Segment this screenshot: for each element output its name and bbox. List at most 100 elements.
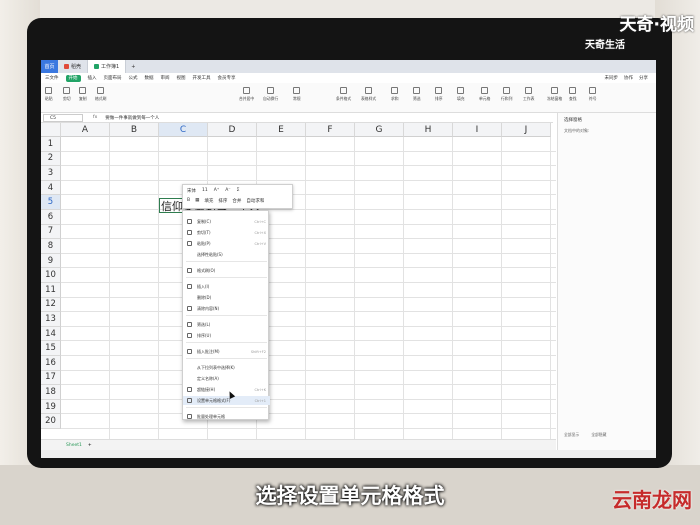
- cut-button[interactable]: 剪切: [63, 87, 71, 102]
- menu-page-layout[interactable]: 页面布局: [104, 75, 122, 81]
- tab-workbook[interactable]: 工作簿1: [88, 60, 127, 73]
- context-menu-item[interactable]: 清除内容(N): [183, 304, 270, 313]
- column-header[interactable]: F: [306, 123, 355, 137]
- table-style-button[interactable]: 表格样式: [361, 87, 376, 102]
- context-menu-item[interactable]: 粘贴(P) Ctrl+V: [183, 239, 270, 248]
- menu-view[interactable]: 视图: [177, 75, 186, 81]
- name-box[interactable]: C5: [43, 113, 83, 122]
- menu-insert[interactable]: 插入: [88, 75, 97, 81]
- context-menu-item[interactable]: 排序(U): [183, 331, 270, 340]
- column-header[interactable]: C: [159, 123, 208, 137]
- collab-button[interactable]: 协作: [624, 75, 633, 81]
- mini-fill[interactable]: 填充: [204, 198, 213, 204]
- row-header[interactable]: 6: [41, 210, 61, 225]
- column-header[interactable]: B: [110, 123, 159, 137]
- context-menu-item[interactable]: 定义名称(A): [183, 374, 270, 383]
- menu-home[interactable]: 开始: [65, 74, 81, 82]
- menu-formula[interactable]: 公式: [129, 75, 138, 81]
- new-tab-icon[interactable]: +: [126, 64, 140, 70]
- sheet-tab[interactable]: Sheet1: [66, 443, 82, 448]
- row-header[interactable]: 10: [41, 268, 61, 283]
- cell-button[interactable]: 单元格: [479, 87, 490, 102]
- context-menu-item[interactable]: 批量处理单元格: [183, 412, 270, 421]
- merge-button[interactable]: 合并居中: [239, 87, 254, 102]
- fill-color-icon[interactable]: ▦: [195, 198, 199, 204]
- row-header[interactable]: 12: [41, 297, 61, 313]
- fill-button[interactable]: 填充: [457, 87, 465, 102]
- worksheet-button[interactable]: 工作表: [523, 87, 534, 102]
- sort-button[interactable]: 排序: [435, 87, 443, 102]
- sum-icon[interactable]: Σ: [237, 188, 240, 194]
- mini-sort[interactable]: 排序: [218, 198, 227, 204]
- column-header[interactable]: H: [404, 123, 453, 137]
- menu-member[interactable]: 会员专享: [218, 75, 236, 81]
- row-header[interactable]: 3: [41, 166, 61, 181]
- sync-status[interactable]: 未同步: [605, 75, 619, 81]
- row-header[interactable]: 18: [41, 385, 61, 400]
- column-header[interactable]: A: [61, 123, 110, 137]
- row-header[interactable]: 4: [41, 180, 61, 196]
- number-format-select[interactable]: 常规: [293, 87, 301, 102]
- filter-button[interactable]: 筛选: [413, 87, 421, 102]
- fx-icon[interactable]: fx: [93, 115, 97, 120]
- context-menu-item[interactable]: 选择性粘贴(S): [183, 250, 270, 259]
- context-menu-item[interactable]: 从下拉列表中选择(K): [183, 363, 270, 372]
- column-header[interactable]: G: [355, 123, 404, 137]
- select-all-corner[interactable]: [41, 123, 61, 137]
- conditional-format-button[interactable]: 条件格式: [336, 87, 351, 102]
- copy-button[interactable]: 复制: [79, 87, 87, 102]
- menu-data[interactable]: 数据: [145, 75, 154, 81]
- column-header[interactable]: E: [257, 123, 306, 137]
- context-menu-item[interactable]: 插入(I): [183, 282, 270, 291]
- cell-grid[interactable]: A B C D E F G H I J 1 2 3 4 5 6 7 8 9 10 11 12 13 14 15 16 17 18 19 2…: [41, 123, 556, 439]
- formula-input[interactable]: 要做一件事就做到每一个人: [105, 115, 159, 121]
- font-select[interactable]: 宋体: [187, 188, 196, 194]
- row-header[interactable]: 16: [41, 356, 61, 371]
- tab-home[interactable]: 首页: [41, 60, 58, 73]
- context-menu-item[interactable]: 插入批注(M) Shift+F2: [183, 347, 270, 356]
- mini-autosum[interactable]: 自动求和: [246, 198, 264, 204]
- tab-docer[interactable]: 稻壳: [58, 60, 89, 73]
- find-button[interactable]: 查找: [569, 87, 577, 102]
- row-header[interactable]: 11: [41, 283, 61, 298]
- row-header[interactable]: 14: [41, 326, 61, 342]
- paste-button[interactable]: 粘贴: [45, 87, 53, 102]
- row-header[interactable]: 5: [41, 195, 61, 210]
- font-size-select[interactable]: 11: [202, 188, 208, 194]
- context-menu-item[interactable]: 格式刷(O): [183, 266, 270, 275]
- wrap-button[interactable]: 自动换行: [263, 87, 278, 102]
- font-shrink-icon[interactable]: A⁻: [225, 188, 230, 194]
- mini-merge[interactable]: 合并: [232, 198, 241, 204]
- row-header[interactable]: 15: [41, 341, 61, 356]
- add-sheet-icon[interactable]: +: [88, 443, 92, 448]
- context-menu-item[interactable]: 设置单元格格式(F) Ctrl+1: [183, 396, 270, 405]
- share-button[interactable]: 分享: [639, 75, 648, 81]
- column-header[interactable]: D: [208, 123, 257, 137]
- menu-review[interactable]: 审阅: [161, 75, 170, 81]
- row-header[interactable]: 17: [41, 370, 61, 386]
- symbol-button[interactable]: 符号: [589, 87, 597, 102]
- bold-icon[interactable]: B: [187, 198, 190, 204]
- format-painter-button[interactable]: 格式刷: [95, 87, 106, 102]
- row-header[interactable]: 13: [41, 312, 61, 327]
- row-col-button[interactable]: 行和列: [501, 87, 512, 102]
- column-header[interactable]: J: [502, 123, 551, 137]
- freeze-button[interactable]: 冻结窗格: [547, 87, 562, 102]
- context-menu-item[interactable]: 筛选(L): [183, 320, 270, 329]
- show-all-button[interactable]: 全部显示: [564, 432, 579, 438]
- menu-developer[interactable]: 开发工具: [193, 75, 211, 81]
- column-header[interactable]: I: [453, 123, 502, 137]
- context-menu-item[interactable]: 删除(D): [183, 293, 270, 302]
- menu-file[interactable]: 三文件: [45, 75, 59, 81]
- row-header[interactable]: 1: [41, 137, 61, 152]
- row-header[interactable]: 20: [41, 414, 61, 429]
- row-header[interactable]: 9: [41, 253, 61, 269]
- row-header[interactable]: 2: [41, 151, 61, 167]
- font-grow-icon[interactable]: A⁺: [214, 188, 219, 194]
- row-header[interactable]: 8: [41, 239, 61, 254]
- row-header[interactable]: 19: [41, 399, 61, 415]
- context-menu-item[interactable]: 剪切(T) Ctrl+X: [183, 228, 270, 237]
- context-menu-item[interactable]: 复制(C) Ctrl+C: [183, 217, 270, 226]
- hide-all-button[interactable]: 全部隐藏: [591, 432, 606, 438]
- row-header[interactable]: 7: [41, 224, 61, 240]
